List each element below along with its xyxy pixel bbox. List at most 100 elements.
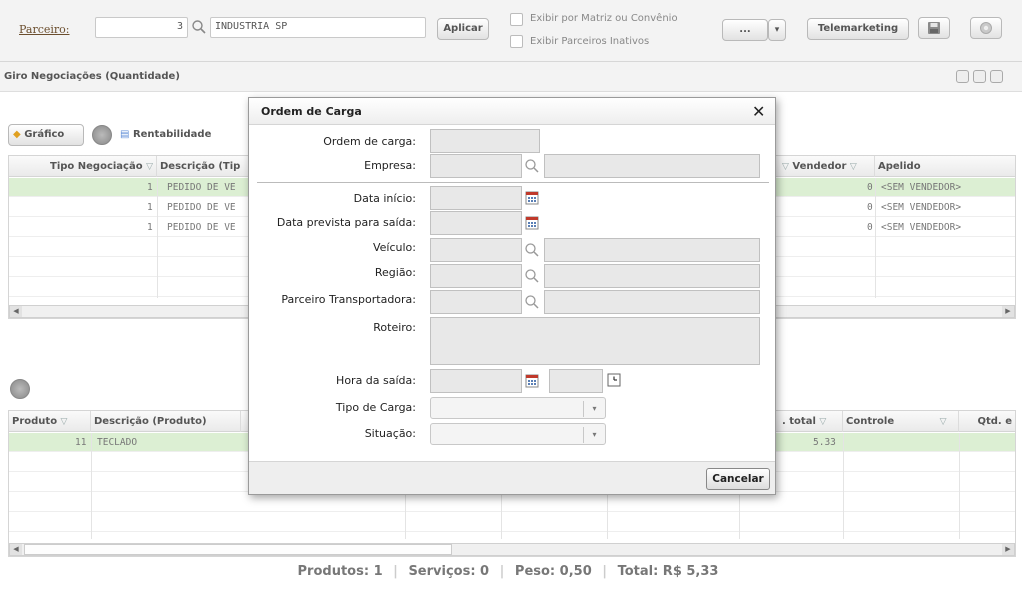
ordem-input[interactable]: [430, 129, 540, 153]
regiao-code-input[interactable]: [430, 264, 522, 288]
produtos-options-icon[interactable]: [10, 379, 30, 399]
data-prevista-input[interactable]: [430, 211, 522, 235]
veiculo-name-field: [544, 238, 760, 262]
chart-icon: ◆: [13, 129, 21, 140]
grafico-label: Gráfico: [24, 129, 65, 140]
chevron-down-icon: ▾: [583, 427, 605, 443]
dialog-header: Ordem de Carga ✕: [249, 98, 775, 125]
search-icon[interactable]: [524, 294, 540, 310]
ordem-carga-dialog: Ordem de Carga ✕ Ordem de carga: Empresa…: [248, 97, 776, 495]
roteiro-textarea[interactable]: [430, 317, 760, 365]
table-row: [9, 513, 1015, 532]
col-vl-total[interactable]: . total ▽: [779, 411, 843, 432]
regiao-label: Região:: [374, 266, 416, 279]
aplicar-button[interactable]: Aplicar: [437, 18, 489, 40]
column-divider: [843, 433, 844, 539]
giro-header: Giro Negociações (Quantidade): [0, 62, 1022, 92]
scroll-left-icon[interactable]: ◀: [10, 544, 22, 555]
roteiro-label: Roteiro:: [373, 321, 416, 334]
calendar-icon[interactable]: [525, 191, 539, 205]
empresa-name-field: [544, 154, 760, 178]
parceiro-label[interactable]: Parceiro:: [19, 23, 70, 36]
hora-saida-date-input[interactable]: [430, 369, 522, 393]
regiao-name-field: [544, 264, 760, 288]
produtos-horizontal-scrollbar[interactable]: ◀ ▶: [9, 543, 1015, 556]
col-descricao-tipo[interactable]: Descrição (Tip: [157, 156, 257, 177]
separator: |: [393, 564, 398, 579]
situacao-label: Situação:: [364, 427, 416, 440]
parceiro-transportadora-name-field: [544, 290, 760, 314]
copy-icon[interactable]: [956, 70, 969, 83]
hora-saida-label: Hora da saída:: [336, 374, 416, 387]
chevron-down-icon: ▾: [583, 401, 605, 417]
search-icon[interactable]: [191, 19, 207, 35]
data-prevista-label: Data prevista para saída:: [276, 216, 416, 229]
rentabilidade-label: Rentabilidade: [132, 129, 212, 140]
hora-saida-time-input[interactable]: [549, 369, 603, 393]
separator: |: [602, 564, 608, 579]
veiculo-code-input[interactable]: [430, 238, 522, 262]
matriz-checkbox[interactable]: [510, 13, 523, 26]
col-controle[interactable]: Controle ▽: [843, 411, 959, 432]
separator: |: [499, 564, 505, 579]
menu-icon[interactable]: [990, 70, 1003, 83]
col-qtd[interactable]: Qtd. e: [959, 411, 1015, 432]
matriz-checkbox-label: Exibir por Matriz ou Convênio: [530, 13, 678, 24]
calendar-icon[interactable]: [525, 216, 539, 230]
col-descricao-produto[interactable]: Descrição (Produto): [91, 411, 241, 432]
column-divider: [959, 433, 960, 539]
search-icon[interactable]: [524, 242, 540, 258]
close-icon[interactable]: ✕: [752, 102, 765, 121]
settings-button[interactable]: [970, 17, 1002, 39]
col-produto[interactable]: Produto ▽: [9, 411, 91, 432]
refresh-icon[interactable]: [973, 70, 986, 83]
parceiro-transportadora-code-input[interactable]: [430, 290, 522, 314]
inativos-checkbox-label: Exibir Parceiros Inativos: [530, 36, 650, 47]
top-toolbar: Parceiro: 3 INDUSTRIA SP Aplicar Exibir …: [0, 0, 1022, 62]
data-inicio-label: Data início:: [353, 192, 416, 205]
save-button[interactable]: [918, 17, 950, 39]
options-icon[interactable]: [92, 125, 112, 145]
total-valor: Total: R$ 5,33: [617, 564, 719, 579]
search-icon[interactable]: [524, 268, 540, 284]
scroll-right-icon[interactable]: ▶: [1002, 544, 1014, 555]
parceiro-code-input[interactable]: 3: [95, 17, 188, 38]
empresa-label: Empresa:: [364, 159, 416, 172]
tipo-carga-label: Tipo de Carga:: [335, 401, 416, 414]
more-options-dropdown[interactable]: ▾: [768, 19, 786, 41]
tipo-carga-select[interactable]: ▾: [430, 397, 606, 419]
total-servicos: Serviços: 0: [408, 564, 490, 579]
clock-icon[interactable]: [607, 373, 621, 387]
more-options-button[interactable]: ...: [722, 19, 768, 41]
rentabilidade-icon: ▤: [120, 129, 130, 140]
inativos-checkbox[interactable]: [510, 35, 523, 48]
total-produtos: Produtos: 1: [297, 564, 383, 579]
data-inicio-input[interactable]: [430, 186, 522, 210]
situacao-select[interactable]: ▾: [430, 423, 606, 445]
grafico-button[interactable]: ◆ Gráfico: [8, 124, 84, 146]
rentabilidade-button[interactable]: ▤ Rentabilidade: [120, 124, 240, 146]
column-divider: [91, 433, 92, 539]
col-apelido[interactable]: Apelido: [875, 156, 1015, 177]
column-divider: [157, 178, 158, 298]
calendar-icon[interactable]: [525, 374, 539, 388]
dialog-footer: Cancelar: [249, 461, 775, 494]
ordem-label: Ordem de carga:: [323, 135, 416, 148]
table-row: [9, 493, 1015, 512]
search-icon[interactable]: [524, 158, 540, 174]
save-icon: [928, 22, 940, 34]
empresa-code-input[interactable]: [430, 154, 522, 178]
total-peso: Peso: 0,50: [514, 564, 592, 579]
telemarketing-button[interactable]: Telemarketing: [807, 18, 909, 40]
cancel-button[interactable]: Cancelar: [706, 468, 770, 490]
col-vendedor[interactable]: ▽ Vendedor ▽: [779, 156, 875, 177]
gear-icon: [980, 22, 992, 34]
col-tipo-negociacao[interactable]: Tipo Negociação ▽: [9, 156, 157, 177]
parceiro-transportadora-label: Parceiro Transportadora:: [281, 293, 416, 306]
scroll-left-icon[interactable]: ◀: [10, 306, 22, 317]
scroll-right-icon[interactable]: ▶: [1002, 306, 1014, 317]
scroll-thumb[interactable]: [24, 544, 452, 555]
parceiro-name-field: INDUSTRIA SP: [210, 17, 426, 38]
divider: [257, 182, 769, 183]
giro-title: Giro Negociações (Quantidade): [4, 71, 180, 82]
